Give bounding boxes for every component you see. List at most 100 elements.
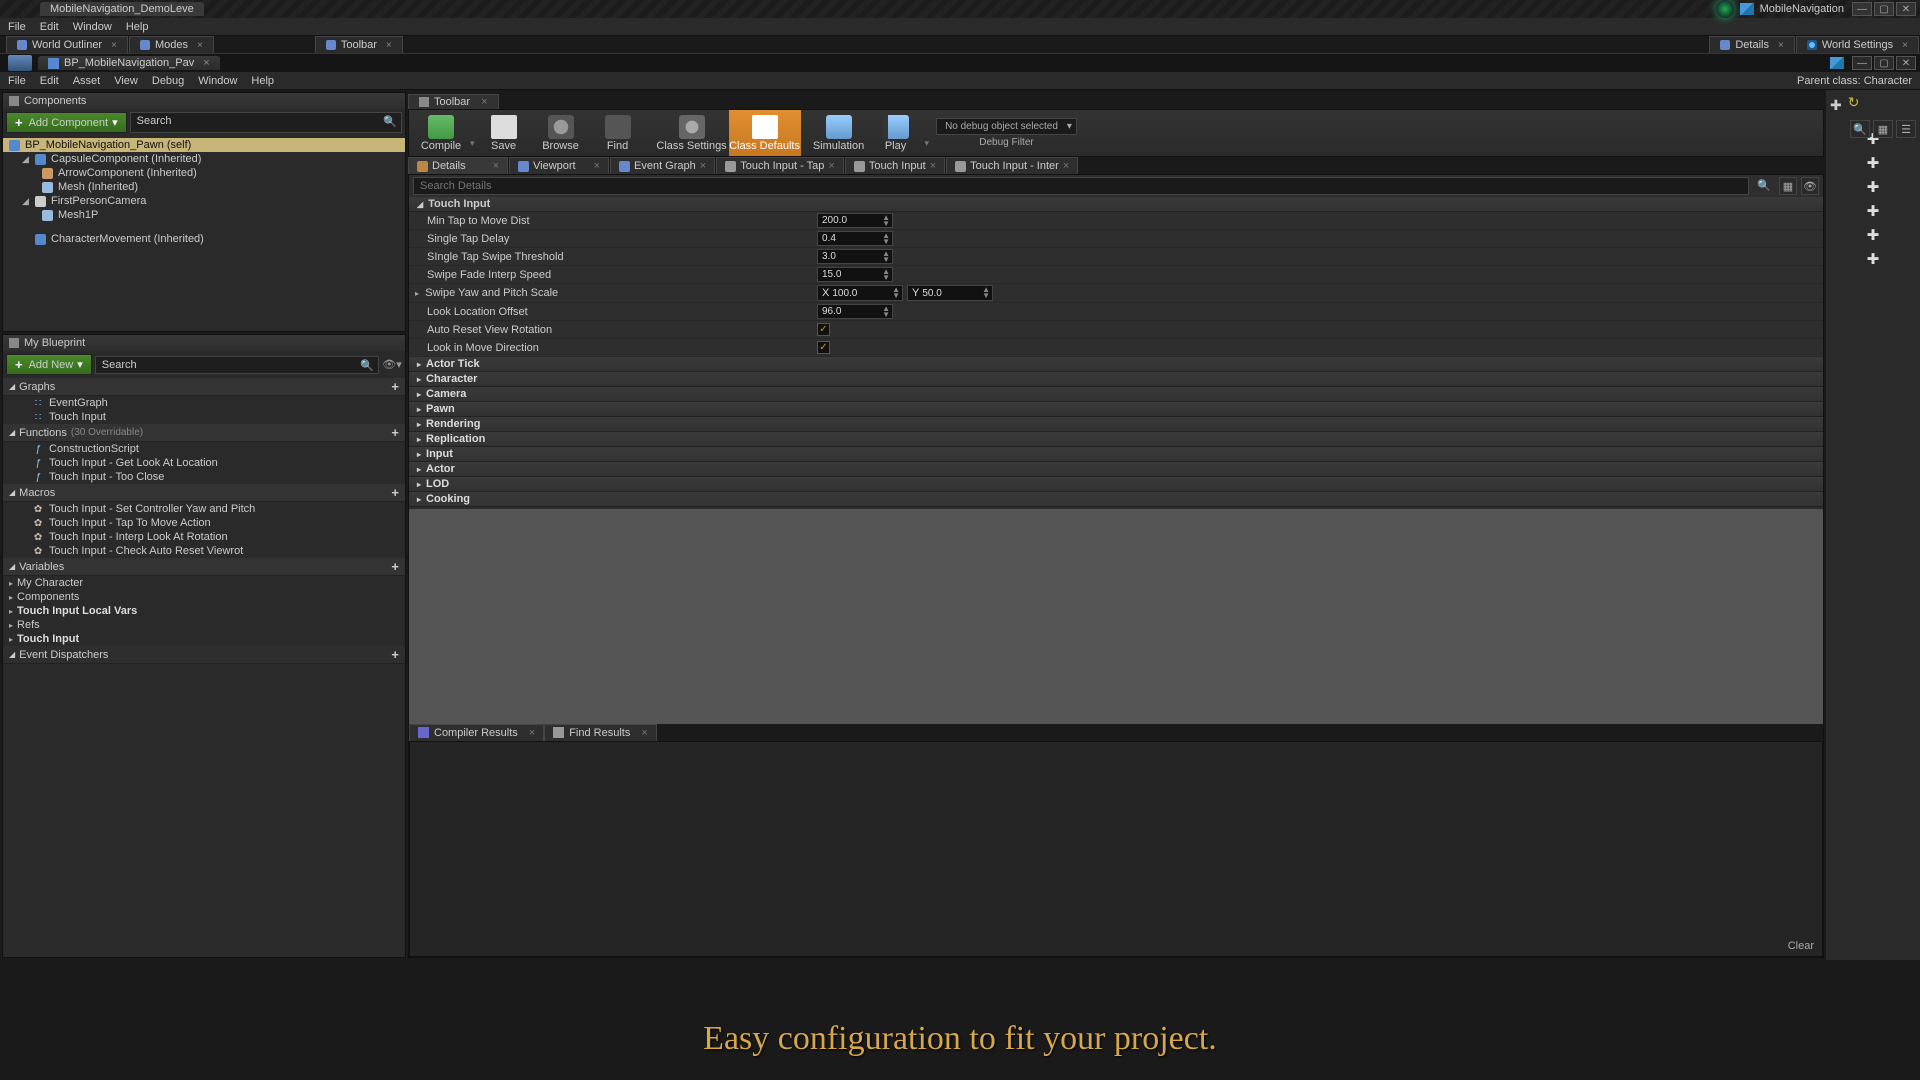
- checkbox[interactable]: [817, 341, 830, 354]
- category-character[interactable]: Character: [409, 372, 1823, 387]
- macro-item[interactable]: ✿Touch Input - Check Auto Reset Viewrot: [3, 544, 405, 558]
- play-button[interactable]: Play: [868, 110, 924, 156]
- close-icon[interactable]: ×: [1063, 160, 1069, 172]
- tab-event-graph[interactable]: Event Graph×: [610, 157, 715, 174]
- add-button[interactable]: ✚: [1830, 178, 1916, 196]
- bp-close-button[interactable]: ✕: [1896, 56, 1916, 70]
- compile-button[interactable]: Compile: [413, 110, 469, 156]
- add-component-button[interactable]: Add Component ▾: [6, 112, 127, 133]
- matrix-view-button[interactable]: ▦: [1779, 177, 1797, 195]
- my-blueprint-header[interactable]: My Blueprint: [3, 335, 405, 351]
- number-field[interactable]: 0.4▲▼: [817, 231, 893, 246]
- bp-document-tab[interactable]: BP_MobileNavigation_Pav×: [38, 56, 220, 70]
- menu-help[interactable]: Help: [126, 21, 149, 33]
- tab-details[interactable]: Details×: [408, 157, 508, 174]
- number-field[interactable]: 15.0▲▼: [817, 267, 893, 282]
- close-icon[interactable]: ×: [1902, 40, 1908, 51]
- category-actor[interactable]: Actor: [409, 462, 1823, 477]
- add-function-button[interactable]: +: [391, 425, 399, 440]
- menu-window[interactable]: Window: [73, 21, 112, 33]
- bp-menu-view[interactable]: View: [114, 75, 138, 87]
- add-button[interactable]: ✚: [1830, 154, 1916, 172]
- save-button[interactable]: Save: [476, 110, 532, 156]
- close-icon[interactable]: ×: [481, 96, 487, 108]
- tab-world-outliner[interactable]: World Outliner×: [6, 36, 128, 53]
- compile-dropdown[interactable]: ▾: [470, 138, 475, 149]
- add-button[interactable]: ✚: [1830, 226, 1916, 244]
- component-item[interactable]: ◢CharacterMovement (Inherited): [3, 232, 405, 246]
- graph-item[interactable]: ∷Touch Input: [3, 410, 405, 424]
- function-item[interactable]: ƒTouch Input - Too Close: [3, 470, 405, 484]
- category-graphs[interactable]: Graphs+: [3, 378, 405, 396]
- add-variable-button[interactable]: +: [391, 559, 399, 574]
- details-search-input[interactable]: [413, 177, 1749, 195]
- category-touch-input[interactable]: Touch Input: [409, 197, 1823, 212]
- number-field[interactable]: X100.0▲▼: [817, 285, 903, 301]
- add-button[interactable]: ✚: [1830, 250, 1916, 268]
- visibility-toggle[interactable]: 👁▾: [382, 358, 402, 371]
- tab-find-results[interactable]: Find Results×: [544, 724, 657, 741]
- category-replication[interactable]: Replication: [409, 432, 1823, 447]
- variable-category[interactable]: My Character: [3, 576, 405, 590]
- tab-compiler-results[interactable]: Compiler Results×: [409, 724, 544, 741]
- graph-item[interactable]: ∷EventGraph: [3, 396, 405, 410]
- maximize-button[interactable]: ▢: [1874, 2, 1894, 16]
- level-document-tab[interactable]: MobileNavigation_DemoLeve: [40, 2, 204, 16]
- function-item[interactable]: ƒConstructionScript: [3, 442, 405, 456]
- class-defaults-button[interactable]: Class Defaults: [729, 110, 801, 156]
- bp-menu-file[interactable]: File: [8, 75, 26, 87]
- close-icon[interactable]: ×: [930, 160, 936, 172]
- bp-grid-view-button[interactable]: ▦: [1873, 120, 1893, 138]
- tab-toolbar[interactable]: Toolbar×: [315, 36, 403, 53]
- variable-category[interactable]: Refs: [3, 618, 405, 632]
- category-actor-tick[interactable]: Actor Tick: [409, 357, 1823, 372]
- find-button[interactable]: Find: [590, 110, 646, 156]
- add-button[interactable]: ✚: [1830, 97, 1842, 114]
- tab-details[interactable]: Details×: [1709, 36, 1794, 53]
- category-macros[interactable]: Macros+: [3, 484, 405, 502]
- tab-viewport[interactable]: Viewport×: [509, 157, 609, 174]
- components-search-input[interactable]: Search🔍: [130, 112, 402, 133]
- component-item[interactable]: ArrowComponent (Inherited): [3, 166, 405, 180]
- number-field[interactable]: Y50.0▲▼: [907, 285, 993, 301]
- tab-touch-inter[interactable]: Touch Input - Inter×: [946, 157, 1078, 174]
- component-item[interactable]: ◢FirstPersonCamera: [3, 194, 405, 208]
- play-dropdown[interactable]: ▾: [925, 138, 930, 149]
- bp-search-button[interactable]: 🔍: [1850, 120, 1870, 138]
- bp-menu-debug[interactable]: Debug: [152, 75, 184, 87]
- checkbox[interactable]: [817, 323, 830, 336]
- refresh-icon[interactable]: ↻: [1848, 94, 1860, 117]
- bp-menu-window[interactable]: Window: [198, 75, 237, 87]
- component-item[interactable]: Mesh (Inherited): [3, 180, 405, 194]
- bp-list-view-button[interactable]: ☰: [1896, 120, 1916, 138]
- simulation-button[interactable]: Simulation: [811, 110, 867, 156]
- close-icon[interactable]: ×: [493, 160, 499, 172]
- add-button[interactable]: ✚: [1830, 202, 1916, 220]
- eye-button[interactable]: 👁: [1801, 177, 1819, 195]
- bp-menu-asset[interactable]: Asset: [73, 75, 101, 87]
- bp-maximize-button[interactable]: ▢: [1874, 56, 1894, 70]
- category-variables[interactable]: Variables+: [3, 558, 405, 576]
- bp-menu-edit[interactable]: Edit: [40, 75, 59, 87]
- macro-item[interactable]: ✿Touch Input - Interp Look At Rotation: [3, 530, 405, 544]
- add-dispatcher-button[interactable]: +: [391, 647, 399, 662]
- source-control-status[interactable]: MobileNavigation: [1716, 0, 1844, 18]
- tab-modes[interactable]: Modes×: [129, 36, 214, 53]
- component-item[interactable]: ◢CapsuleComponent (Inherited): [3, 152, 405, 166]
- category-cooking[interactable]: Cooking: [409, 492, 1823, 507]
- parent-class-link[interactable]: Character: [1864, 75, 1912, 87]
- macro-item[interactable]: ✿Touch Input - Set Controller Yaw and Pi…: [3, 502, 405, 516]
- close-button[interactable]: ✕: [1896, 2, 1916, 16]
- close-icon[interactable]: ×: [641, 727, 647, 739]
- variable-category[interactable]: Components: [3, 590, 405, 604]
- close-icon[interactable]: ×: [1778, 40, 1784, 51]
- number-field[interactable]: 3.0▲▼: [817, 249, 893, 264]
- myblueprint-search-input[interactable]: Search🔍: [95, 356, 379, 374]
- number-field[interactable]: 96.0▲▼: [817, 304, 893, 319]
- menu-edit[interactable]: Edit: [40, 21, 59, 33]
- add-new-button[interactable]: Add New ▾: [6, 354, 92, 375]
- component-item[interactable]: Mesh1P: [3, 208, 405, 222]
- clear-button[interactable]: Clear: [1788, 940, 1814, 952]
- category-pawn[interactable]: Pawn: [409, 402, 1823, 417]
- category-camera[interactable]: Camera: [409, 387, 1823, 402]
